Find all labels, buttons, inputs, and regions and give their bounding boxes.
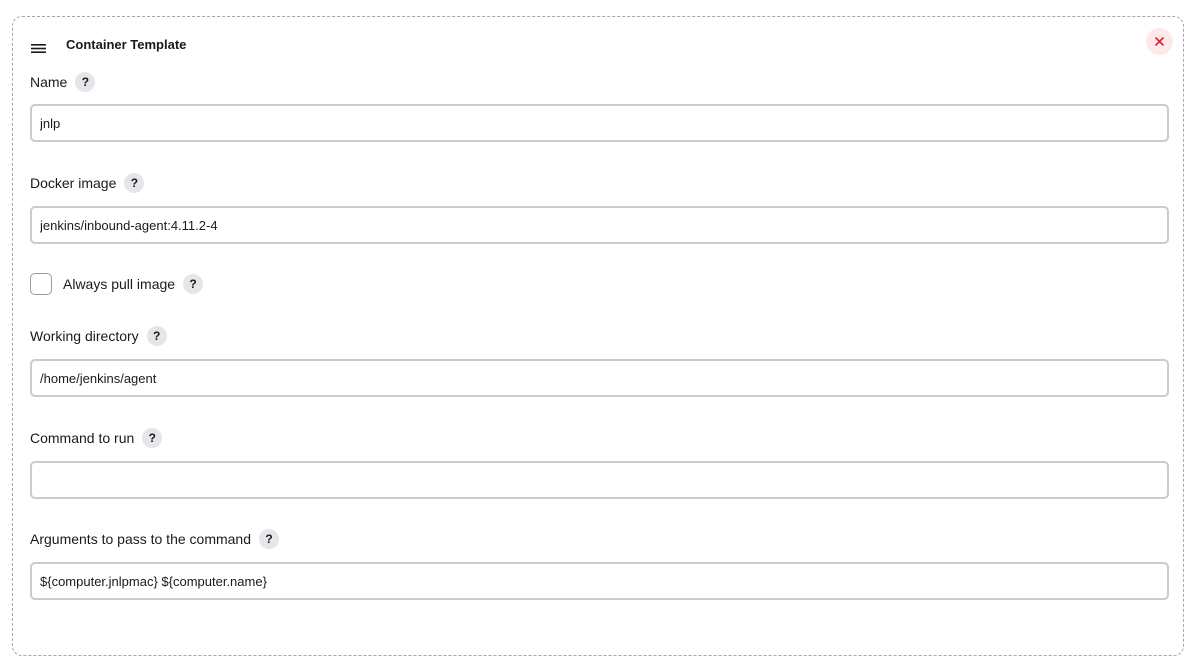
command-field-label: Command to run ? [30,428,163,448]
always-pull-image-label[interactable]: Always pull image [63,276,175,292]
working-directory-field-label: Working directory ? [30,326,167,346]
docker-image-label-text: Docker image [30,175,117,191]
always-pull-image-row: Always pull image ? [30,273,204,295]
always-pull-image-checkbox[interactable] [30,273,52,295]
working-directory-label-text: Working directory [30,328,139,344]
arguments-label-text: Arguments to pass to the command [30,531,251,547]
working-directory-help-button[interactable]: ? [146,326,167,346]
drag-handle-icon[interactable] [31,40,46,53]
name-field-label: Name ? [30,72,96,92]
working-directory-input[interactable] [30,359,1169,397]
command-help-button[interactable]: ? [142,428,163,448]
delete-container-button[interactable] [1146,28,1173,55]
arguments-help-button[interactable]: ? [259,529,279,549]
arguments-field-label: Arguments to pass to the command ? [30,529,279,549]
panel-header: Container Template [31,37,187,53]
command-label-text: Command to run [30,430,135,446]
command-input[interactable] [30,461,1169,499]
container-template-panel: Container Template Name ? Docker image ?… [12,16,1184,656]
name-input[interactable] [30,104,1169,142]
docker-image-input[interactable] [30,206,1169,244]
name-help-button[interactable]: ? [75,72,96,92]
arguments-input[interactable] [30,562,1169,600]
always-pull-image-help-button[interactable]: ? [183,274,204,294]
panel-title: Container Template [66,37,187,52]
close-icon [1155,37,1164,46]
name-label-text: Name [30,74,68,90]
docker-image-help-button[interactable]: ? [124,173,145,193]
docker-image-field-label: Docker image ? [30,173,145,193]
